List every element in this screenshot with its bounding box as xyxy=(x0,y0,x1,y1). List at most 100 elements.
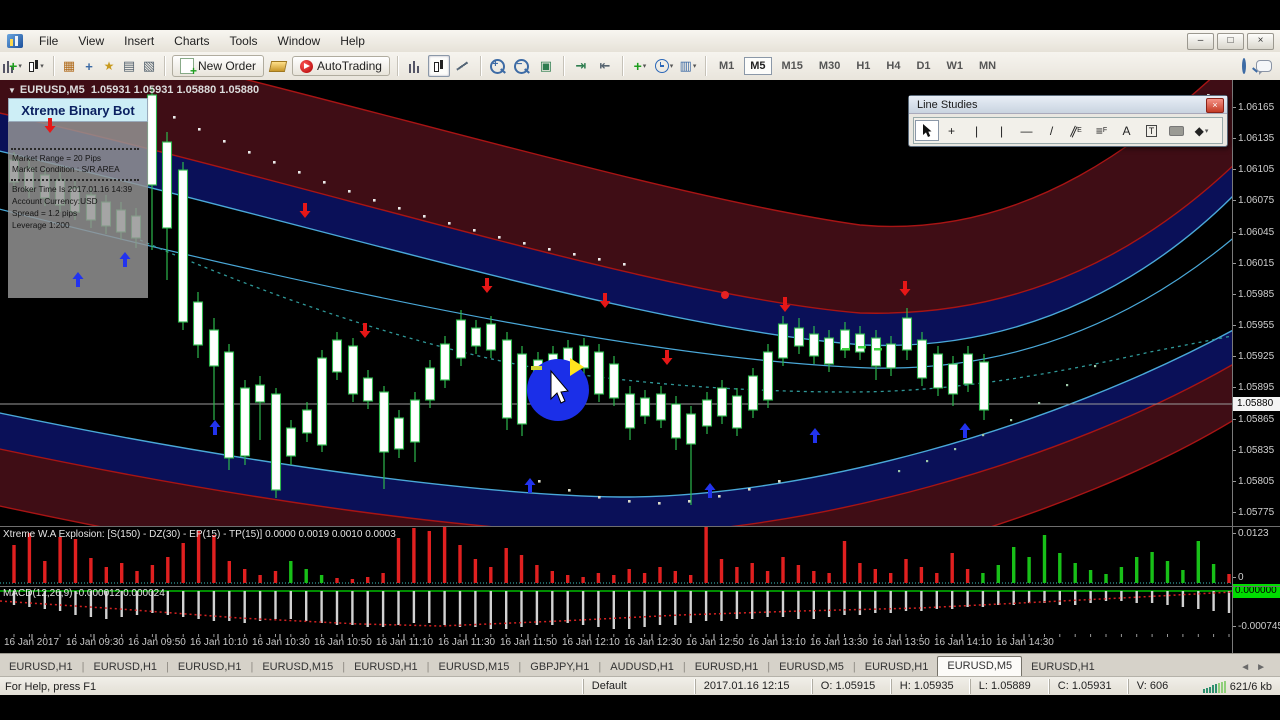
timeframe-h1[interactable]: H1 xyxy=(850,57,876,75)
chart-tab-12[interactable]: EURUSD,H1 xyxy=(1022,658,1104,677)
timeframe-mn[interactable]: MN xyxy=(973,57,1002,75)
minimize-button[interactable]: – xyxy=(1187,32,1214,50)
chart-canvas[interactable] xyxy=(0,80,1232,653)
mt4-application: File View Insert Charts Tools Window Help – □ … xyxy=(0,0,1280,720)
new-chart-icon[interactable]: + ▾ xyxy=(1,55,23,77)
crosshair-tool-icon[interactable]: + xyxy=(940,120,964,141)
time-axis[interactable]: 16 Jan 2017 16 Jan 09:30 16 Jan 09:50 16 Ja… xyxy=(0,634,1232,653)
pane-separator-1[interactable] xyxy=(0,526,1280,527)
navigator-icon[interactable]: ★ xyxy=(100,55,118,77)
chart-tab-10[interactable]: EURUSD,H1 xyxy=(856,658,938,677)
time-axis-label: 16 Jan 12:10 xyxy=(562,637,620,648)
chart-tab-0[interactable]: EURUSD,H1 xyxy=(0,658,82,677)
dotted-separator xyxy=(11,179,139,181)
status-open: O: 1.05915 xyxy=(811,679,891,694)
menu-item-help[interactable]: Help xyxy=(330,32,375,50)
rectangle-tool-icon[interactable] xyxy=(1165,120,1189,141)
menu-item-insert[interactable]: Insert xyxy=(114,32,164,50)
cursor-tool-icon[interactable] xyxy=(914,120,939,141)
arrows-tool-icon[interactable]: ◆ ▾ xyxy=(1190,120,1214,141)
status-profile[interactable]: Default xyxy=(582,679,695,694)
indicators-icon[interactable]: + ▾ xyxy=(629,55,651,77)
chart-tab-7[interactable]: AUDUSD,H1 xyxy=(601,658,683,677)
chart-tab-11[interactable]: EURUSD,M5 xyxy=(937,656,1023,677)
timeframe-w1[interactable]: W1 xyxy=(941,57,970,75)
chart-tab-8[interactable]: EURUSD,H1 xyxy=(686,658,768,677)
text-label-tool-icon[interactable]: T xyxy=(1140,120,1164,141)
price-axis-label: 1.05865 xyxy=(1232,414,1275,425)
broker-time-line: Broker Time Is 2017.01.16 14:39 xyxy=(12,184,133,194)
time-axis-label: 16 Jan 13:10 xyxy=(748,637,806,648)
candlestick-type-icon[interactable] xyxy=(427,55,450,77)
terminal-icon[interactable]: ▤ xyxy=(120,55,138,77)
periods-icon[interactable]: ▾ xyxy=(653,55,675,77)
menu-item-charts[interactable]: Charts xyxy=(164,32,219,50)
vertical-line-2-tool-icon[interactable]: | xyxy=(990,120,1014,141)
timeframe-m30[interactable]: M30 xyxy=(813,57,846,75)
status-close: C: 1.05931 xyxy=(1048,679,1128,694)
time-axis-label: 16 Jan 12:30 xyxy=(624,637,682,648)
timeframe-m15[interactable]: M15 xyxy=(776,57,809,75)
status-help-text: For Help, press F1 xyxy=(5,680,97,693)
menu-item-window[interactable]: Window xyxy=(268,32,331,50)
profiles-icon[interactable]: ▾ xyxy=(25,55,47,77)
chart-tab-6[interactable]: GBPJPY,H1 xyxy=(521,658,598,677)
auto-scroll-icon[interactable]: ⇥ xyxy=(570,55,592,77)
chart-tab-9[interactable]: EURUSD,M5 xyxy=(770,658,853,677)
line-studies-close-button[interactable]: × xyxy=(1206,98,1224,113)
chart-tab-5[interactable]: EURUSD,M15 xyxy=(430,658,519,677)
community-icon[interactable] xyxy=(1256,60,1272,75)
strategy-tester-icon[interactable]: ▧ xyxy=(140,55,158,77)
market-watch-icon[interactable]: ▦ xyxy=(60,55,78,77)
timeframe-d1[interactable]: D1 xyxy=(910,57,936,75)
price-axis-label: 1.05775 xyxy=(1232,507,1275,518)
fibonacci-tool-icon[interactable]: ≡ F xyxy=(1090,120,1114,141)
timeframe-m5[interactable]: M5 xyxy=(744,57,772,75)
current-price-box: 1.05880 xyxy=(1233,397,1280,411)
tile-windows-icon[interactable]: ▣ xyxy=(535,55,557,77)
menu-item-view[interactable]: View xyxy=(68,32,114,50)
time-axis-label: 16 Jan 14:30 xyxy=(996,637,1054,648)
trendline-tool-icon[interactable]: / xyxy=(1040,120,1064,141)
market-range-line: Market Range = 20 Pips xyxy=(12,153,102,163)
time-axis-label: 16 Jan 12:50 xyxy=(686,637,744,648)
close-button[interactable]: × xyxy=(1247,32,1274,50)
chart-tab-bar: EURUSD,H1 | EURUSD,H1 | EURUSD,H1 | EURUSD,M15… xyxy=(0,653,1280,677)
line-studies-tools: + | | — / ∥ E ≡ F A T ◆ ▾ xyxy=(913,117,1223,144)
window-controls: – □ × xyxy=(1187,32,1274,50)
chart-tab-3[interactable]: EURUSD,M15 xyxy=(253,658,342,677)
price-axis-label: 1.05955 xyxy=(1232,320,1275,331)
chart-tab-1[interactable]: EURUSD,H1 xyxy=(84,658,166,677)
zoom-out-icon[interactable]: − xyxy=(511,55,533,77)
autotrading-button[interactable]: AutoTrading xyxy=(292,56,390,76)
bar-chart-type-icon[interactable] xyxy=(404,55,426,77)
line-studies-titlebar[interactable]: Line Studies xyxy=(909,96,1227,114)
connection-signal-icon xyxy=(1202,680,1226,693)
pane-separator-2[interactable] xyxy=(0,586,1280,587)
menu-item-tools[interactable]: Tools xyxy=(220,32,268,50)
restore-button[interactable]: □ xyxy=(1217,32,1244,50)
vertical-line-tool-icon[interactable]: | xyxy=(965,120,989,141)
new-order-button[interactable]: New Order xyxy=(172,55,265,78)
text-tool-icon[interactable]: A xyxy=(1115,120,1139,141)
zoom-in-icon[interactable]: + xyxy=(487,55,509,77)
xtreme-binary-bot-panel: Xtreme Binary Bot Market Range = 20 Pips… xyxy=(8,98,148,298)
price-axis-label: 1.06015 xyxy=(1232,258,1275,269)
price-axis[interactable]: 1.06165 1.06135 1.06105 1.06075 1.06045 1.060… xyxy=(1232,80,1280,653)
horizontal-line-tool-icon[interactable]: — xyxy=(1015,120,1039,141)
timeframe-h4[interactable]: H4 xyxy=(880,57,906,75)
timeframe-m1[interactable]: M1 xyxy=(713,57,740,75)
line-chart-type-icon[interactable] xyxy=(452,55,474,77)
explosion-pane-label: Xtreme W.A Explosion: [S(150) - DZ(30) -… xyxy=(3,529,396,540)
chart-tab-4[interactable]: EURUSD,H1 xyxy=(345,658,427,677)
menu-item-file[interactable]: File xyxy=(29,32,68,50)
templates-icon[interactable]: ▥ ▾ xyxy=(677,55,699,77)
time-axis-label: 16 Jan 13:30 xyxy=(810,637,868,648)
equidistant-channel-tool-icon[interactable]: ∥ E xyxy=(1065,120,1089,141)
search-icon[interactable] xyxy=(1242,58,1246,74)
data-window-icon[interactable]: + xyxy=(80,55,98,77)
chart-shift-icon[interactable]: ⇤ xyxy=(594,55,616,77)
chart-tab-2[interactable]: EURUSD,H1 xyxy=(169,658,251,677)
tab-scroll-arrows[interactable]: ◄► xyxy=(1232,662,1280,677)
metaquotes-icon[interactable] xyxy=(267,55,289,77)
